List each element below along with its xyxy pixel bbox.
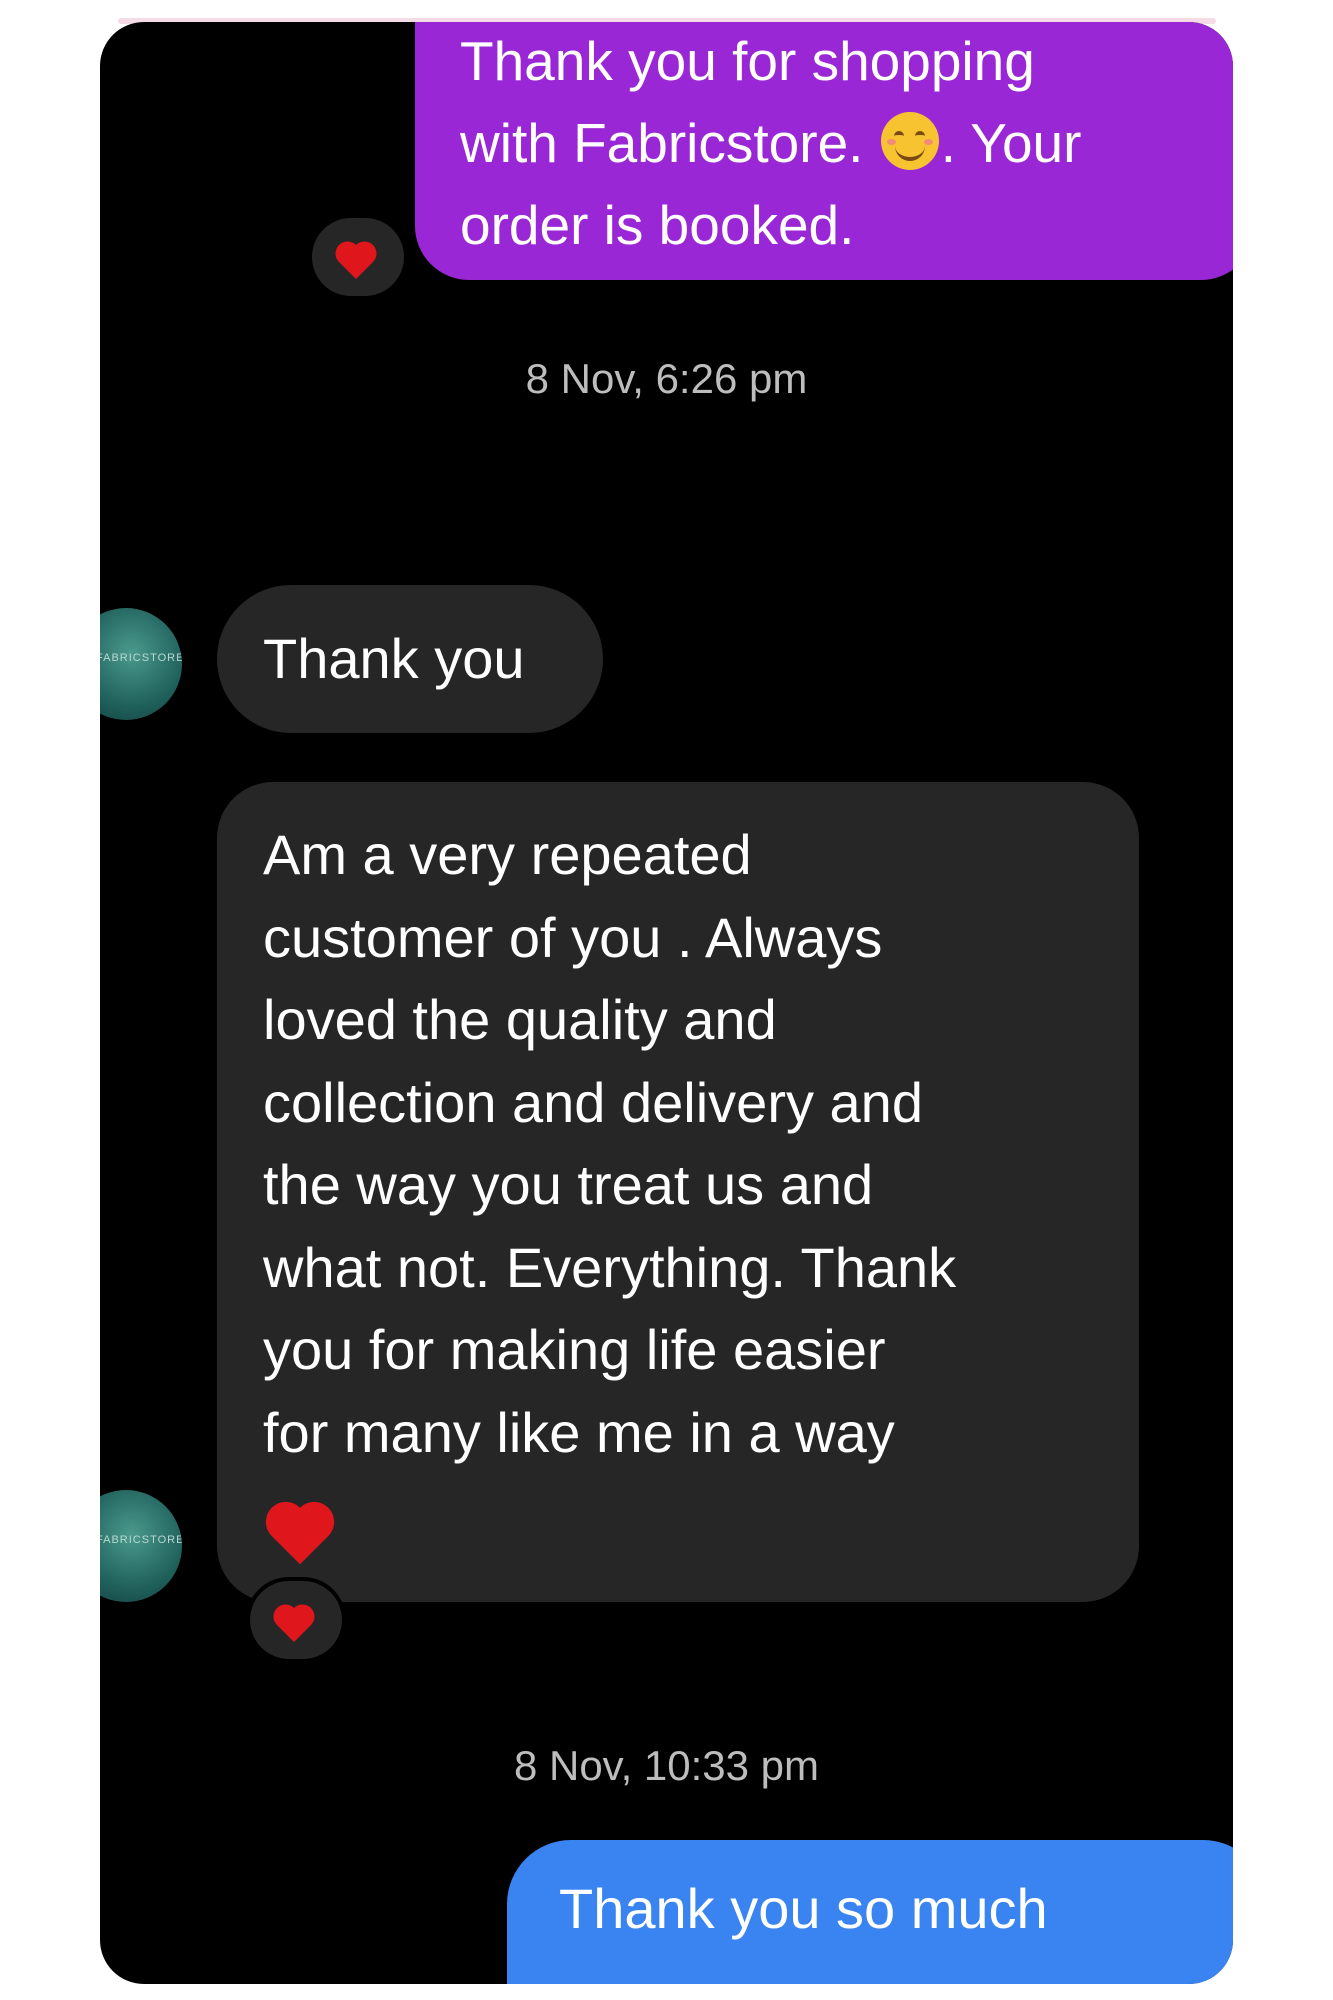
avatar[interactable]: FABRICSTORE (100, 1490, 182, 1602)
emoji-line (263, 1474, 1119, 1565)
message-line: you for making life easier (263, 1318, 886, 1381)
message-line: customer of you . Always (263, 905, 883, 969)
message-line: order is booked. (460, 194, 855, 256)
message-line: collection and delivery and (263, 1070, 923, 1134)
message-line: loved the quality and (263, 988, 777, 1051)
red-heart-icon (271, 1507, 329, 1565)
chat-screen[interactable]: Thank you for shopping with Fabricstore.… (100, 22, 1233, 1984)
heart-reaction[interactable] (246, 1577, 346, 1663)
heart-icon (277, 1608, 311, 1642)
incoming-message-bubble[interactable]: Am a very repeated customer of you . Alw… (217, 782, 1139, 1602)
message-line: what not. Everything. Thank (263, 1235, 957, 1299)
avatar-text: FABRICSTORE (100, 652, 182, 664)
message-line: the way you treat us and (263, 1153, 874, 1216)
timestamp: 8 Nov, 6:26 pm (525, 355, 808, 402)
outgoing-message-bubble[interactable]: Thank you for shopping with Fabricstore.… (415, 22, 1233, 280)
message-text: . Your (940, 112, 1082, 174)
message-line: for many like me in a way (263, 1400, 895, 1464)
message-line: Am a very repeated (263, 823, 752, 886)
message-line: Thank you for shopping (460, 30, 1035, 92)
smiling-face-icon (880, 112, 939, 170)
incoming-message-bubble[interactable]: Thank you (217, 585, 603, 733)
timestamp: 8 Nov, 10:33 pm (513, 1742, 820, 1789)
outgoing-message-bubble[interactable]: Thank you so much (507, 1840, 1233, 1984)
avatar-text: FABRICSTORE (100, 1534, 182, 1546)
message-line: with Fabricstore. . Your (460, 102, 1233, 184)
heart-reaction[interactable] (308, 214, 408, 300)
avatar[interactable]: FABRICSTORE (100, 608, 182, 720)
message-text: with Fabricstore. (460, 112, 864, 174)
heart-icon (339, 245, 373, 279)
